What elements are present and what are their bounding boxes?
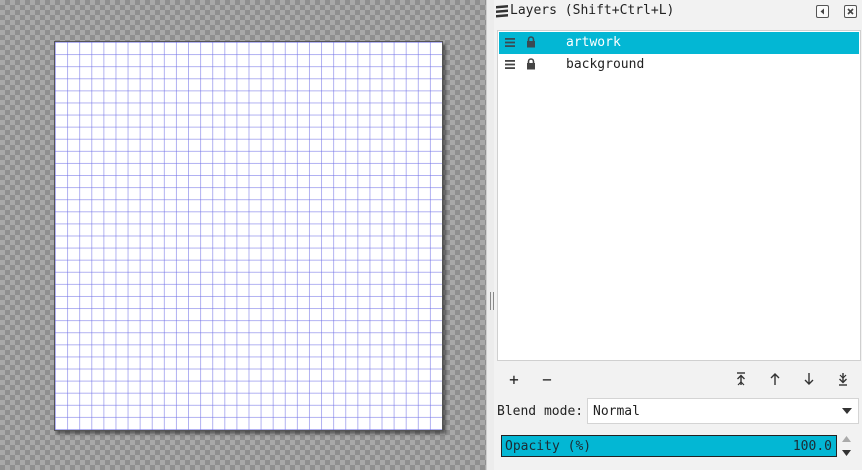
remove-layer-icon: − (542, 369, 552, 389)
canvas-area[interactable] (0, 0, 486, 470)
layer-row-artwork[interactable]: artwork (499, 32, 859, 54)
undock-panel-button[interactable] (816, 5, 829, 18)
layers-icon (495, 4, 509, 20)
lower-to-bottom-button[interactable] (834, 370, 852, 388)
visibility-icon[interactable] (504, 59, 516, 70)
lower-to-bottom-icon (839, 373, 847, 386)
blend-mode-select[interactable]: Normal (587, 398, 859, 424)
opacity-value: 100.0 (792, 439, 832, 454)
close-panel-button[interactable] (844, 5, 857, 18)
lower-icon (804, 373, 814, 385)
layer-list[interactable]: artwork background (497, 30, 861, 361)
layer-toolbar: + − (494, 366, 862, 392)
layers-panel: Layers (Shift+Ctrl+L) artwork background… (494, 0, 862, 470)
decrement-icon[interactable] (842, 450, 851, 456)
add-layer-icon: + (509, 369, 519, 389)
layer-row-background[interactable]: background (499, 54, 859, 76)
lock-icon[interactable] (526, 58, 536, 70)
remove-layer-button[interactable]: − (538, 369, 556, 389)
document-page[interactable] (54, 41, 443, 431)
chevron-down-icon (842, 408, 852, 414)
increment-icon[interactable] (842, 436, 851, 442)
layer-name[interactable]: artwork (566, 35, 621, 50)
lock-icon[interactable] (526, 36, 536, 48)
raise-to-top-button[interactable] (732, 370, 750, 388)
raise-layer-button[interactable] (766, 370, 784, 388)
opacity-control: Opacity (%) 100.0 (501, 433, 851, 461)
blend-mode-row: Blend mode: Normal (494, 398, 862, 426)
opacity-slider[interactable]: Opacity (%) 100.0 (501, 435, 837, 457)
panel-title: Layers (Shift+Ctrl+L) (510, 3, 675, 18)
panel-header: Layers (Shift+Ctrl+L) (494, 0, 862, 24)
blend-mode-label: Blend mode: (497, 404, 584, 419)
layer-name[interactable]: background (566, 57, 644, 72)
add-layer-button[interactable]: + (505, 369, 523, 389)
lower-layer-button[interactable] (800, 370, 818, 388)
opacity-label: Opacity (%) (505, 439, 592, 454)
opacity-spinner[interactable] (838, 433, 854, 461)
raise-icon (770, 373, 780, 385)
visibility-icon[interactable] (504, 37, 516, 48)
blend-mode-value: Normal (593, 404, 640, 419)
raise-to-top-icon (737, 372, 745, 386)
